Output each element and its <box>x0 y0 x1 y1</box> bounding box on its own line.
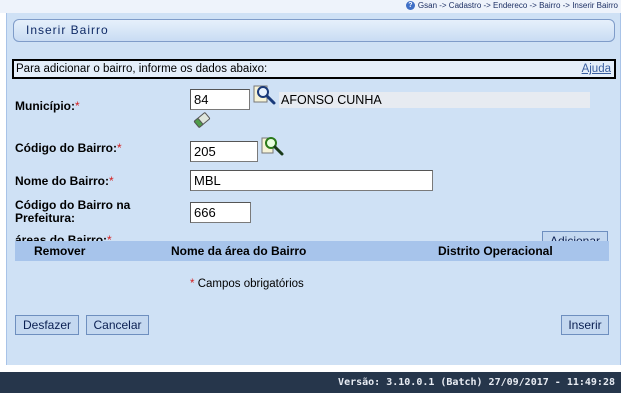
required-fields-note: * Campos obrigatórios <box>190 278 304 290</box>
breadcrumb: ? Gsan -> Cadastro -> Endereco -> Bairro … <box>0 0 621 13</box>
help-link[interactable]: Ajuda <box>582 61 611 77</box>
help-question-icon[interactable]: ? <box>405 1 415 11</box>
magnifier-icon[interactable] <box>253 84 277 106</box>
inserir-button[interactable]: Inserir <box>561 315 609 335</box>
codigo-bairro-input[interactable]: 205 <box>190 141 258 162</box>
nome-bairro-label: Nome do Bairro:* <box>15 174 114 188</box>
version-footer: Versão: 3.10.0.1 (Batch) 27/09/2017 - 11… <box>0 372 621 393</box>
areas-table-header: Remover Nome da área do Bairro Distrito … <box>15 241 609 261</box>
municipio-label: Município:* <box>15 99 80 113</box>
column-distrito-operacional: Distrito Operacional <box>438 244 553 258</box>
municipio-name-display: AFONSO CUNHA <box>279 92 590 108</box>
nome-bairro-label-text: Nome do Bairro: <box>15 174 110 188</box>
codigo-prefeitura-input[interactable]: 666 <box>190 202 251 223</box>
codigo-bairro-label: Código do Bairro:* <box>15 141 122 155</box>
required-mark: * <box>109 174 114 188</box>
info-text: Para adicionar o bairro, informe os dado… <box>16 63 268 75</box>
magnifier-icon[interactable] <box>261 135 285 157</box>
required-note-text: Campos obrigatórios <box>197 278 304 290</box>
column-nome-area: Nome da área do Bairro <box>171 244 307 258</box>
codigo-prefeitura-label: Código do Bairro na Prefeitura: <box>15 199 130 225</box>
codigo-bairro-label-text: Código do Bairro: <box>15 141 117 155</box>
required-mark: * <box>75 99 80 113</box>
column-remover: Remover <box>34 244 86 258</box>
eraser-icon[interactable] <box>192 110 212 130</box>
cancelar-button[interactable]: Cancelar <box>86 315 149 335</box>
required-mark: * <box>190 278 195 290</box>
codigo-prefeitura-label-line2: Prefeitura: <box>15 211 76 225</box>
breadcrumb-text: Gsan -> Cadastro -> Endereco -> Bairro -… <box>417 1 618 10</box>
nome-bairro-input[interactable]: MBL <box>190 170 433 191</box>
municipio-code-input[interactable]: 84 <box>190 89 250 110</box>
page-title: Inserir Bairro <box>13 19 615 42</box>
desfazer-button[interactable]: Desfazer <box>15 315 79 335</box>
info-bar: Para adicionar o bairro, informe os dado… <box>12 59 616 79</box>
required-mark: * <box>117 141 122 155</box>
municipio-label-text: Município: <box>15 99 75 113</box>
